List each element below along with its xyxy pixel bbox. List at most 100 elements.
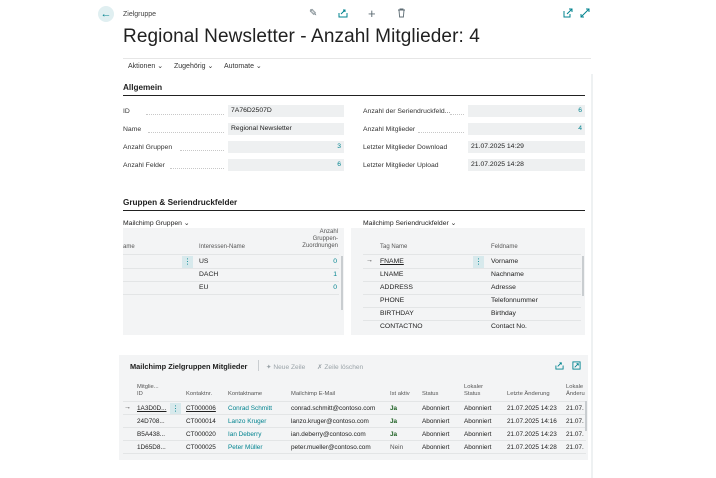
cell-last-change[interactable]: 21.07.2025 14:16 xyxy=(507,418,557,425)
new-line-button[interactable]: ✦ Neue Zeile xyxy=(266,363,305,371)
field-group-count[interactable]: 3 xyxy=(228,141,344,153)
col-header-name[interactable]: ame xyxy=(123,244,135,250)
back-button[interactable]: ← xyxy=(98,6,114,22)
cell-interest-name[interactable]: US xyxy=(199,258,208,265)
cell-field-name[interactable]: Adresse xyxy=(491,284,516,291)
cell-tag-name[interactable]: PHONE xyxy=(380,297,404,304)
cell-local-change[interactable]: 21.07. xyxy=(566,444,584,451)
col-header-last-change[interactable]: Letzte Änderung xyxy=(507,391,550,398)
cell-contact-no[interactable]: CT000014 xyxy=(186,418,216,425)
cell-contact-no[interactable]: CT000006 xyxy=(186,405,216,412)
cell-interest-name[interactable]: EU xyxy=(199,284,208,291)
cell-member-id[interactable]: 24D708... xyxy=(137,418,165,425)
open-new-window-icon[interactable] xyxy=(563,8,573,21)
col-header-field-name[interactable]: Feldname xyxy=(491,244,518,250)
members-share-icon[interactable] xyxy=(555,361,564,372)
row-divider xyxy=(123,453,586,454)
col-header-status[interactable]: Status xyxy=(422,391,438,398)
field-last-download[interactable]: 21.07.2025 14:29 xyxy=(468,141,585,153)
groups-scrollbar[interactable] xyxy=(341,256,343,310)
cell-active[interactable]: Ja xyxy=(390,431,397,438)
col-header-active[interactable]: Ist aktiv xyxy=(390,391,410,398)
cell-contact-name[interactable]: Ian Deberry xyxy=(228,431,261,438)
cell-status[interactable]: Abonniert xyxy=(422,405,449,412)
cell-last-change[interactable]: 21.07.2025 14:28 xyxy=(507,444,557,451)
field-name[interactable]: Regional Newsletter xyxy=(228,123,344,135)
cell-email[interactable]: peter.mueller@contoso.com xyxy=(291,444,371,451)
cell-local-status[interactable]: Abonniert xyxy=(464,405,491,412)
cell-assignment-count[interactable]: 0 xyxy=(300,284,337,291)
cell-contact-no[interactable]: CT000025 xyxy=(186,444,216,451)
automate-menu[interactable]: Automate ⌄ xyxy=(224,62,262,70)
row-actions-icon[interactable]: ⋮ xyxy=(473,256,484,268)
delete-icon[interactable] xyxy=(397,8,406,21)
cell-interest-name[interactable]: DACH xyxy=(199,271,218,278)
cell-tag-name[interactable]: LNAME xyxy=(380,271,403,278)
cell-last-change[interactable]: 21.07.2025 14:23 xyxy=(507,405,557,412)
cell-member-id[interactable]: 1A3D0D... xyxy=(137,405,166,412)
share-icon[interactable] xyxy=(338,8,348,21)
cell-active[interactable]: Ja xyxy=(390,418,397,425)
expand-icon[interactable] xyxy=(580,8,590,21)
col-header-local-change[interactable]: Lokale Änderu xyxy=(566,384,588,398)
row-divider xyxy=(363,254,581,255)
cell-field-name[interactable]: Birthday xyxy=(491,310,516,317)
actions-menu[interactable]: Aktionen ⌄ xyxy=(128,62,163,70)
cell-tag-name[interactable]: ADDRESS xyxy=(380,284,413,291)
cell-status[interactable]: Abonniert xyxy=(422,431,449,438)
col-header-contact-no[interactable]: Kontaktnr. xyxy=(186,391,212,398)
col-header-local-status[interactable]: Lokaler Status xyxy=(464,384,490,398)
cell-tag-name[interactable]: FNAME xyxy=(380,258,404,265)
cell-email[interactable]: ian.deberry@contoso.com xyxy=(291,431,366,438)
cell-local-change[interactable]: 21.07. xyxy=(566,431,584,438)
cell-contact-name[interactable]: Peter Müller xyxy=(228,444,262,451)
cell-status[interactable]: Abonniert xyxy=(422,418,449,425)
members-expand-icon[interactable] xyxy=(572,361,581,372)
delete-line-button[interactable]: ✗ Zeile löschen xyxy=(317,363,363,371)
cell-field-name[interactable]: Nachname xyxy=(491,271,524,278)
col-header-contact-name[interactable]: Kontaktname xyxy=(228,391,262,398)
field-field-count[interactable]: 6 xyxy=(228,159,344,171)
merge-fields-subpart-title[interactable]: Mailchimp Seriendruckfelder ⌄ xyxy=(363,219,456,227)
col-header-member-id[interactable]: Mitglie... ID xyxy=(137,384,161,398)
cell-active[interactable]: Nein xyxy=(390,444,403,451)
cell-last-change[interactable]: 21.07.2025 14:23 xyxy=(507,431,557,438)
cell-local-status[interactable]: Abonniert xyxy=(464,418,491,425)
cell-contact-name[interactable]: Lanzo Kruger xyxy=(228,418,266,425)
cell-local-status[interactable]: Abonniert xyxy=(464,431,491,438)
add-icon[interactable]: + xyxy=(368,6,376,21)
field-merge-field-count[interactable]: 6 xyxy=(468,105,585,117)
cell-field-name[interactable]: Contact No. xyxy=(491,323,527,330)
cell-assignment-count[interactable]: 1 xyxy=(300,271,337,278)
field-last-upload[interactable]: 21.07.2025 14:28 xyxy=(468,159,585,171)
cell-local-change[interactable]: 21.07. xyxy=(566,418,584,425)
cell-tag-name[interactable]: CONTACTNO xyxy=(380,323,423,330)
related-menu[interactable]: Zugehörig ⌄ xyxy=(174,62,213,70)
cell-contact-no[interactable]: CT000020 xyxy=(186,431,216,438)
cell-active[interactable]: Ja xyxy=(390,405,397,412)
cell-field-name[interactable]: Telefonnummer xyxy=(491,297,538,304)
col-header-email[interactable]: Mailchimp E-Mail xyxy=(291,391,335,398)
col-header-tag-name[interactable]: Tag Name xyxy=(380,244,407,250)
cell-local-status[interactable]: Abonniert xyxy=(464,444,491,451)
field-id[interactable]: 7A76D2507D xyxy=(228,105,344,117)
cell-status[interactable]: Abonniert xyxy=(422,444,449,451)
cell-assignment-count[interactable]: 0 xyxy=(300,258,337,265)
page-scrollbar[interactable] xyxy=(591,74,593,478)
row-actions-icon[interactable]: ⋮ xyxy=(182,256,193,268)
edit-icon[interactable]: ✎ xyxy=(309,8,317,19)
cell-email[interactable]: conrad.schmitt@contoso.com xyxy=(291,405,375,412)
merge-fields-scrollbar[interactable] xyxy=(582,256,584,296)
cell-contact-name[interactable]: Conrad Schmitt xyxy=(228,405,272,412)
cell-member-id[interactable]: B5A438... xyxy=(137,431,165,438)
cell-local-change[interactable]: 21.07. xyxy=(566,405,584,412)
members-scrollbar[interactable] xyxy=(585,401,587,431)
groups-subpart-title[interactable]: Mailchimp Gruppen ⌄ xyxy=(123,219,190,227)
cell-field-name[interactable]: Vorname xyxy=(491,258,518,265)
col-header-interest-name[interactable]: Interessen-Name xyxy=(199,244,245,250)
cell-email[interactable]: lanzo.kruger@contoso.com xyxy=(291,418,369,425)
field-member-count[interactable]: 4 xyxy=(468,123,585,135)
col-header-group-assignments[interactable]: Anzahl Gruppen-Zuordnungen xyxy=(298,229,338,250)
cell-tag-name[interactable]: BIRTHDAY xyxy=(380,310,414,317)
cell-member-id[interactable]: 1D65D8... xyxy=(137,444,166,451)
